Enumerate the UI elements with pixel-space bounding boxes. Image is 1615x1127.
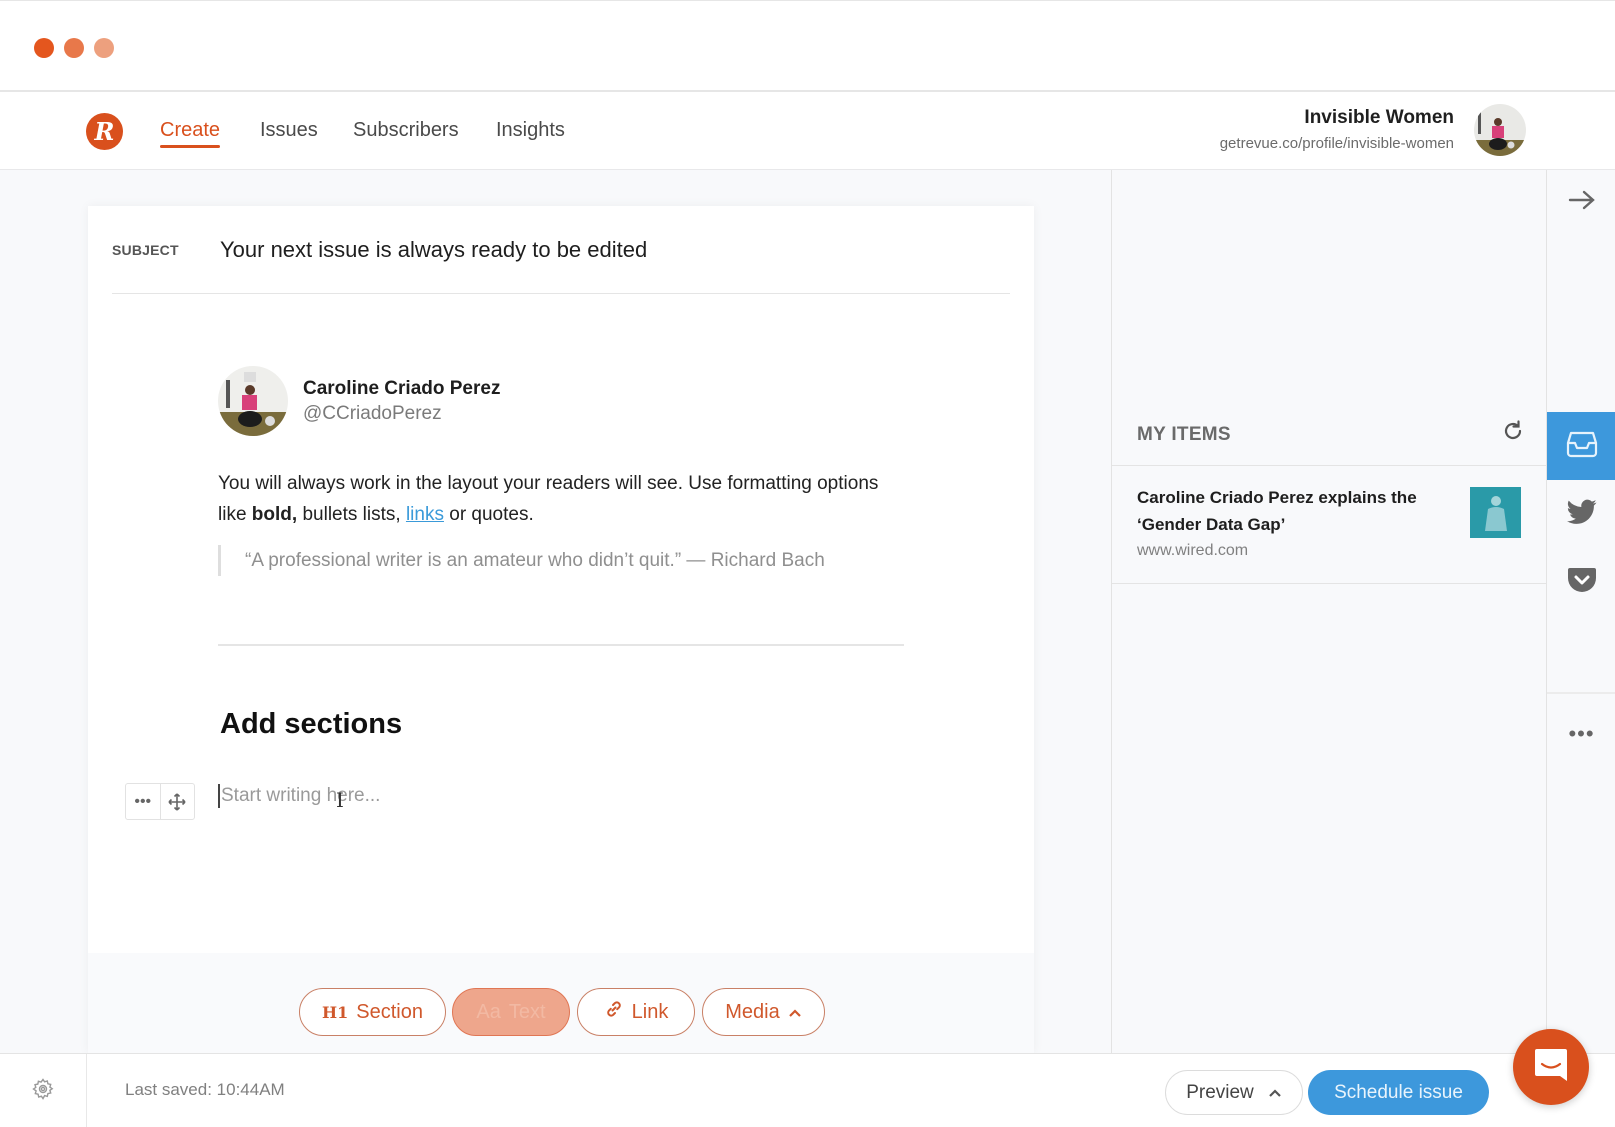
more-sources-icon[interactable]: ••• [1547, 694, 1615, 774]
app-header: R Create Issues Subscribers Insights Inv… [0, 92, 1615, 170]
last-saved-status: Last saved: 10:44AM [125, 1080, 285, 1099]
nav-subscribers[interactable]: Subscribers [353, 119, 459, 142]
tweet-author-handle[interactable]: @CCriadoPerez [303, 403, 442, 425]
tweet-author-name: Caroline Criado Perez [303, 378, 501, 399]
close-window-button[interactable] [34, 38, 54, 58]
subject-input[interactable]: Your next issue is always ready to be ed… [220, 237, 647, 263]
chat-icon [1532, 1046, 1570, 1089]
pocket-icon [1567, 566, 1597, 599]
profile-name[interactable]: Invisible Women [1304, 107, 1454, 129]
inbox-tab[interactable] [1547, 412, 1615, 480]
item-title[interactable]: Caroline Criado Perez explains the ‘Gend… [1137, 484, 1437, 538]
add-text-button[interactable]: Aa Text [452, 988, 570, 1036]
tweet-body-link[interactable]: links [406, 504, 444, 525]
add-media-button[interactable]: Media [702, 988, 825, 1036]
schedule-issue-button[interactable]: Schedule issue [1308, 1070, 1489, 1115]
insert-toolbar: H1 Section Aa Text Link Media [88, 953, 1034, 1053]
twitter-tab[interactable] [1547, 480, 1615, 548]
link-icon [604, 999, 624, 1025]
inbox-icon [1566, 430, 1598, 463]
section-heading[interactable]: Add sections [220, 708, 402, 741]
footer-bar: Last saved: 10:44AM Preview Schedule iss… [0, 1053, 1615, 1127]
tweet-body: You will always work in the layout your … [218, 468, 898, 530]
zoom-window-button[interactable] [94, 38, 114, 58]
revue-logo[interactable]: R [86, 113, 123, 150]
text-cursor-icon: I [336, 788, 344, 812]
minimize-window-button[interactable] [64, 38, 84, 58]
refresh-icon[interactable] [1501, 419, 1525, 450]
issue-editor-card: SUBJECT Your next issue is always ready … [88, 206, 1034, 1053]
settings-button[interactable] [0, 1054, 87, 1127]
content-input[interactable]: Start writing here... [218, 784, 380, 808]
nav-issues[interactable]: Issues [260, 119, 318, 142]
item-thumbnail [1470, 487, 1521, 538]
add-text-label: Text [508, 1000, 546, 1023]
profile-avatar[interactable] [1474, 104, 1526, 156]
tweet-divider [218, 644, 904, 646]
add-link-button[interactable]: Link [577, 988, 695, 1036]
twitter-icon [1566, 499, 1597, 530]
item-domain: www.wired.com [1137, 542, 1249, 559]
items-panel: MY ITEMS Caroline Criado Perez explains … [1111, 170, 1547, 1053]
window-titlebar [0, 0, 1615, 92]
collapse-panel-arrow-icon[interactable] [1547, 180, 1615, 220]
add-section-button[interactable]: H1 Section [299, 988, 446, 1036]
items-title: MY ITEMS [1137, 424, 1231, 445]
block-tools: ••• [125, 783, 195, 820]
subject-label: SUBJECT [112, 242, 179, 258]
chevron-up-icon [788, 1001, 802, 1024]
items-header: MY ITEMS [1112, 403, 1547, 466]
tweet-body-bold: bold, [251, 504, 298, 525]
h1-icon: H1 [322, 1002, 349, 1022]
nav-insights[interactable]: Insights [496, 119, 565, 142]
text-icon: Aa [476, 1000, 501, 1023]
tweet-body-text-3: or quotes. [443, 504, 534, 525]
nav-create[interactable]: Create [160, 119, 221, 148]
add-section-label: Section [356, 1000, 423, 1023]
gear-icon [31, 1077, 55, 1106]
tweet-author-avatar [218, 366, 288, 436]
preview-label: Preview [1186, 1081, 1254, 1103]
add-link-label: Link [631, 1000, 669, 1023]
block-move-icon[interactable] [161, 784, 195, 819]
item-card[interactable]: Caroline Criado Perez explains the ‘Gend… [1112, 466, 1547, 584]
tweet-quote: “A professional writer is an amateur who… [218, 545, 858, 576]
add-media-label: Media [725, 1000, 780, 1023]
support-chat-button[interactable] [1513, 1029, 1589, 1105]
subject-divider [112, 293, 1010, 294]
pocket-tab[interactable] [1547, 548, 1615, 616]
source-rail: ••• [1546, 170, 1615, 1053]
tweet-body-text-2: bullets lists, [297, 504, 406, 525]
profile-url[interactable]: getrevue.co/profile/invisible-women [1220, 135, 1454, 152]
preview-button[interactable]: Preview [1165, 1070, 1303, 1115]
chevron-up-icon [1268, 1082, 1282, 1104]
block-more-icon[interactable]: ••• [126, 784, 161, 819]
